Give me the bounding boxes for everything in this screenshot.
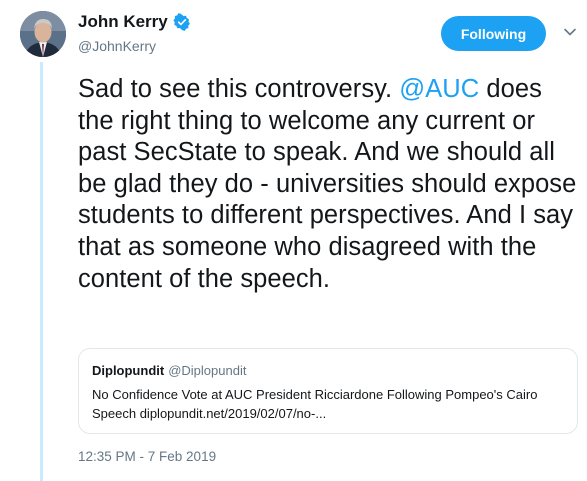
mention-link[interactable]: @AUC xyxy=(399,75,479,103)
chevron-down-icon[interactable] xyxy=(563,25,577,39)
quoted-tweet-card[interactable]: Diplopundit @Diplopundit No Confidence V… xyxy=(78,348,578,434)
verified-badge-icon xyxy=(173,13,190,31)
following-button[interactable]: Following xyxy=(441,16,546,51)
tweet-text: Sad to see this controversy. @AUC does t… xyxy=(78,74,583,295)
tweet-text-part: Sad to see this controversy. xyxy=(78,75,400,103)
thread-line xyxy=(40,62,43,481)
author-name[interactable]: John Kerry xyxy=(78,12,168,32)
author-handle[interactable]: @JohnKerry xyxy=(78,38,156,54)
tweet-text-part: does the right thing to welcome any curr… xyxy=(78,75,577,293)
quoted-author-handle: @Diplopundit xyxy=(168,363,247,378)
quoted-tweet-header: Diplopundit @Diplopundit xyxy=(92,363,246,378)
avatar[interactable] xyxy=(20,11,66,57)
quoted-tweet-text: No Confidence Vote at AUC President Ricc… xyxy=(92,387,538,421)
author-name-row: John Kerry xyxy=(78,12,191,32)
tweet-timestamp[interactable]: 12:35 PM - 7 Feb 2019 xyxy=(78,449,216,464)
avatar-photo xyxy=(20,11,66,57)
quoted-author-name: Diplopundit xyxy=(92,363,165,378)
